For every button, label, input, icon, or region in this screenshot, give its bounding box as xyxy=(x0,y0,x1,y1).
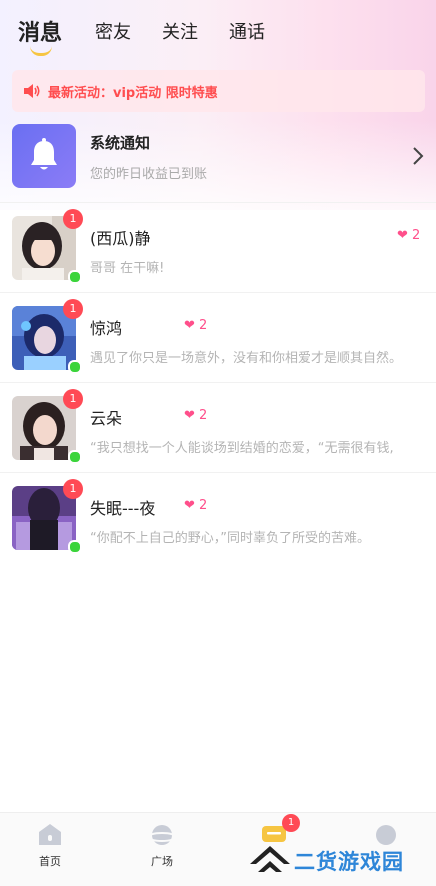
heart-icon: ❤ xyxy=(397,228,408,243)
last-message: “我只想找一个人能谈场到结婚的恋爱，“无需很有钱, xyxy=(90,441,394,456)
speaker-icon xyxy=(22,81,42,101)
tab-calls[interactable]: 通话 xyxy=(229,18,265,44)
intimacy-count: ❤ 2 xyxy=(397,228,421,243)
intimacy-count: ❤ 2 xyxy=(184,498,208,513)
heart-icon: ❤ xyxy=(184,318,195,333)
intimacy-count: ❤ 2 xyxy=(184,408,208,423)
last-message: 遇见了你只是一场意外，没有和你相爱才是顺其自然。 xyxy=(90,351,403,366)
watermark-logo xyxy=(250,846,290,872)
chevron-right-icon xyxy=(413,147,424,165)
unread-badge: 1 xyxy=(63,299,83,319)
conversation-row[interactable]: 1 (西瓜)静 ❤ 2 哥哥 在干嘛! xyxy=(0,202,436,293)
intimacy-count: ❤ 2 xyxy=(184,318,208,333)
conversation-row[interactable]: 1 云朵 ❤ 2 “我只想找一个人能谈场到结婚的恋爱，“无需很有钱, xyxy=(0,382,436,473)
online-indicator xyxy=(68,270,82,284)
contact-name: 惊鸿 xyxy=(90,319,123,338)
last-message: 哥哥 在干嘛! xyxy=(90,261,165,276)
contact-name: 云朵 xyxy=(90,409,123,428)
unread-badge: 1 xyxy=(63,389,83,409)
unread-badge: 1 xyxy=(63,479,83,499)
system-notification-row[interactable]: 系统通知 您的昨日收益已到账 xyxy=(0,118,436,198)
online-indicator xyxy=(68,450,82,464)
conversation-row[interactable]: 1 失眠---夜 ❤ 2 “你配不上自己的野心，”同时辜负了所受的苦难。 xyxy=(0,472,436,563)
tabbar-square-label: 广场 xyxy=(151,855,173,868)
contact-name: (西瓜)静 xyxy=(90,229,151,248)
conversation-row[interactable]: 1 惊鸿 ❤ 2 遇见了你只是一场意外，没有和你相爱才是顺其自然。 xyxy=(0,292,436,383)
contact-name: 失眠---夜 xyxy=(90,499,156,518)
watermark: 二货游戏园 xyxy=(248,842,436,878)
tab-messages[interactable]: 消息 xyxy=(18,15,62,47)
activity-banner[interactable]: 最新活动：vip活动 限时特惠 xyxy=(12,70,425,112)
online-indicator xyxy=(68,360,82,374)
top-tabs: 消息 密友 关注 通话 xyxy=(0,0,436,60)
tabbar-home-label: 首页 xyxy=(39,855,61,868)
tabbar-home[interactable]: 首页 xyxy=(20,823,80,869)
last-message: “你配不上自己的野心，”同时辜负了所受的苦难。 xyxy=(90,531,370,546)
online-indicator xyxy=(68,540,82,554)
planet-icon xyxy=(147,825,177,845)
system-notification-title: 系统通知 xyxy=(90,134,151,152)
unread-badge: 1 xyxy=(63,209,83,229)
heart-icon: ❤ xyxy=(184,498,195,513)
tabbar-square[interactable]: 广场 xyxy=(132,823,192,869)
tab-following[interactable]: 关注 xyxy=(162,18,198,44)
tab-close-friends[interactable]: 密友 xyxy=(95,18,131,44)
system-notification-subtitle: 您的昨日收益已到账 xyxy=(90,167,208,182)
heart-icon: ❤ xyxy=(184,408,195,423)
tab-active-indicator xyxy=(30,46,52,56)
home-icon xyxy=(39,824,61,845)
banner-text: 最新活动：vip活动 限时特惠 xyxy=(48,86,218,101)
messages-tab-badge: 1 xyxy=(282,814,300,832)
system-notification-avatar xyxy=(12,124,76,188)
bell-icon xyxy=(31,138,57,170)
watermark-text: 二货游戏园 xyxy=(294,850,404,874)
